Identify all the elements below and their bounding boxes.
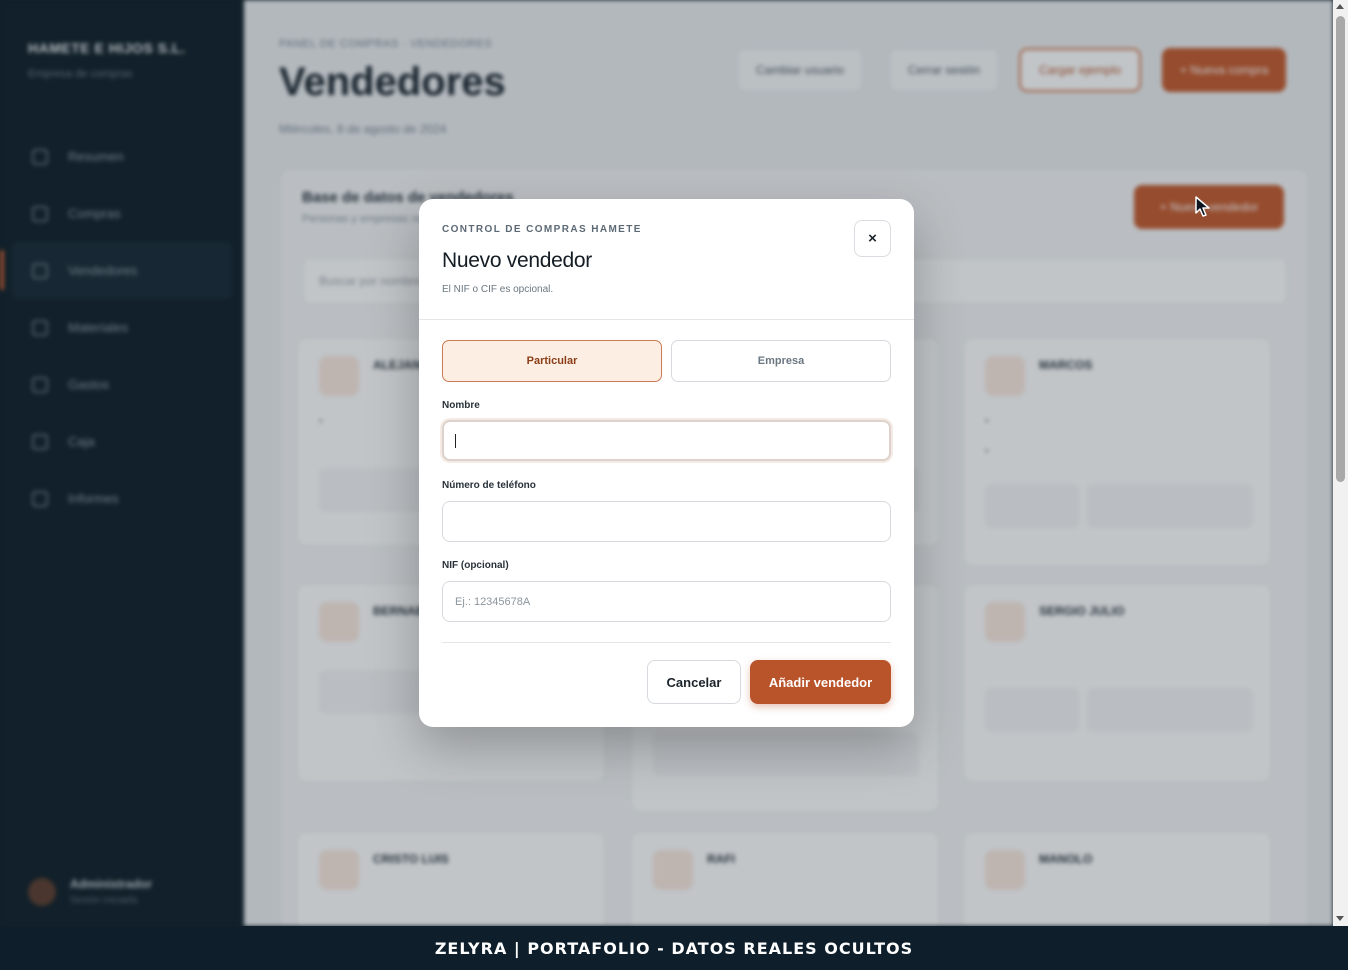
scroll-up-arrow-icon[interactable] [1336,4,1344,9]
phone-input[interactable] [442,501,891,542]
close-button[interactable]: × [854,220,891,257]
new-vendor-dialog: CONTROL DE COMPRAS HAMETE Nuevo vendedor… [419,199,914,727]
dialog-eyebrow: CONTROL DE COMPRAS HAMETE [442,224,642,235]
mouse-cursor-icon [1195,196,1210,217]
add-vendor-button[interactable]: Añadir vendedor [750,660,891,704]
segment-particular[interactable]: Particular [442,340,662,382]
footer-banner: ZELYRA | PORTAFOLIO - DATOS REALES OCULT… [0,926,1348,970]
scroll-down-arrow-icon[interactable] [1336,916,1344,921]
dialog-subtitle: El NIF o CIF es opcional. [442,284,554,295]
divider [419,319,914,320]
dialog-title: Nuevo vendedor [442,249,592,272]
name-label: Nombre [442,400,480,411]
close-icon: × [868,230,877,247]
cancel-button[interactable]: Cancelar [647,660,741,704]
nif-input[interactable] [442,581,891,622]
page-scrollbar[interactable] [1333,0,1348,926]
scrollbar-thumb[interactable] [1336,16,1345,482]
phone-label: Número de teléfono [442,480,536,491]
text-caret [455,434,456,448]
segment-empresa[interactable]: Empresa [671,340,891,382]
nif-label: NIF (opcional) [442,560,509,571]
divider [442,642,891,643]
name-input[interactable] [442,420,891,461]
